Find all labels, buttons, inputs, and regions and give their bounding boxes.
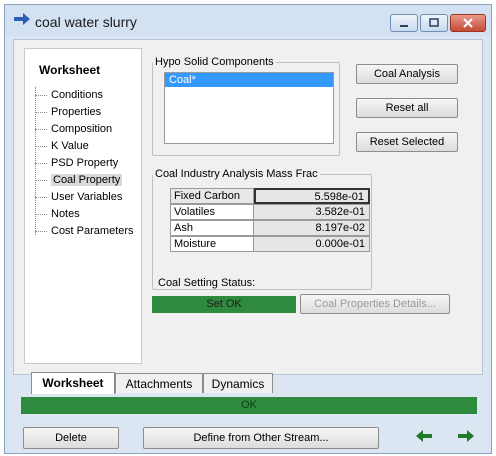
row-name-moisture: Moisture xyxy=(170,236,254,252)
value-fixed-carbon[interactable]: 5.598e-01 xyxy=(254,188,370,204)
left-arrow-icon[interactable] xyxy=(415,429,433,443)
reset-all-button[interactable]: Reset all xyxy=(356,98,458,118)
tree-item-coal-property[interactable]: Coal Property xyxy=(35,172,123,188)
tree-title: Worksheet xyxy=(39,63,101,77)
maximize-button[interactable] xyxy=(420,14,448,32)
minimize-icon xyxy=(400,25,408,27)
worksheet-tree: Worksheet Conditions Properties Composit… xyxy=(24,48,142,364)
tab-worksheet[interactable]: Worksheet xyxy=(31,372,115,394)
maximize-icon xyxy=(429,18,439,27)
table-row: Volatiles 3.582e-01 xyxy=(170,204,370,220)
tree-item-notes[interactable]: Notes xyxy=(35,206,80,222)
window-title: coal water slurry xyxy=(35,14,137,30)
title-bar: coal water slurry xyxy=(5,5,491,37)
delete-button[interactable]: Delete xyxy=(23,427,119,449)
worksheet-panel: Worksheet Conditions Properties Composit… xyxy=(13,39,483,375)
value-moisture[interactable]: 0.000e-01 xyxy=(254,236,370,252)
tree-item-cost-parameters[interactable]: Cost Parameters xyxy=(35,223,134,239)
list-item[interactable]: Coal* xyxy=(165,73,333,87)
right-arrow-icon xyxy=(14,13,30,25)
right-arrow-icon[interactable] xyxy=(457,429,475,443)
stream-window: coal water slurry Worksheet Conditions P… xyxy=(4,4,492,454)
row-name-fixed-carbon: Fixed Carbon xyxy=(170,188,254,204)
value-volatiles[interactable]: 3.582e-01 xyxy=(254,204,370,220)
tab-attachments[interactable]: Attachments xyxy=(115,373,203,393)
value-ash[interactable]: 8.197e-02 xyxy=(254,220,370,236)
minimize-button[interactable] xyxy=(390,14,418,32)
tree-item-properties[interactable]: Properties xyxy=(35,104,101,120)
coal-analysis-group-label: Coal Industry Analysis Mass Frac xyxy=(153,168,320,180)
reset-selected-button[interactable]: Reset Selected xyxy=(356,132,458,152)
coal-setting-status-bar: Set OK xyxy=(152,296,296,313)
close-icon xyxy=(463,18,473,28)
coal-analysis-button[interactable]: Coal Analysis xyxy=(356,64,458,84)
table-row: Moisture 0.000e-01 xyxy=(170,236,370,252)
tree-item-composition[interactable]: Composition xyxy=(35,121,112,137)
coal-setting-status-label: Coal Setting Status: xyxy=(158,277,256,289)
tree-item-conditions[interactable]: Conditions xyxy=(35,87,103,103)
row-name-volatiles: Volatiles xyxy=(170,204,254,220)
row-name-ash: Ash xyxy=(170,220,254,236)
tab-dynamics[interactable]: Dynamics xyxy=(203,373,273,393)
hypo-group-label: Hypo Solid Components xyxy=(153,56,276,68)
hypo-components-list[interactable]: Coal* xyxy=(164,72,334,144)
tree-item-k-value[interactable]: K Value xyxy=(35,138,89,154)
define-from-other-stream-button[interactable]: Define from Other Stream... xyxy=(143,427,379,449)
table-row: Ash 8.197e-02 xyxy=(170,220,370,236)
stream-status-bar: OK xyxy=(21,397,477,414)
close-button[interactable] xyxy=(450,14,486,32)
coal-properties-details-button[interactable]: Coal Properties Details... xyxy=(300,294,450,314)
table-row: Fixed Carbon 5.598e-01 xyxy=(170,188,370,204)
tree-item-user-variables[interactable]: User Variables xyxy=(35,189,122,205)
tree-item-psd-property[interactable]: PSD Property xyxy=(35,155,118,171)
